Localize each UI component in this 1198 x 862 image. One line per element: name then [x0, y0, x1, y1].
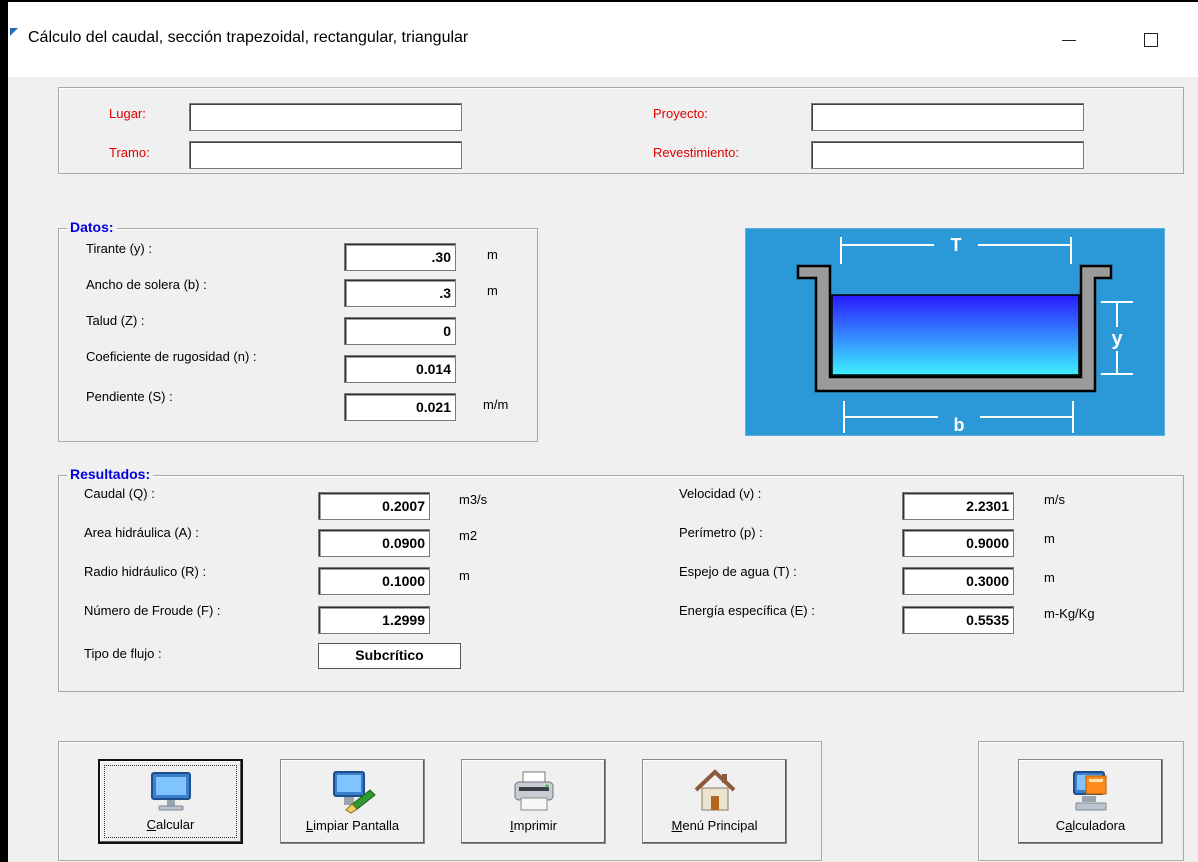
pendiente-unit: m/m [483, 397, 509, 412]
rectangular-channel-illustration: T y b [796, 235, 1133, 435]
area-label: Area hidráulica (A) : [84, 525, 199, 540]
tramo-label: Tramo: [109, 145, 150, 160]
velocidad-label: Velocidad (v) : [679, 486, 762, 501]
menu-principal-button[interactable]: Menú Principal [642, 759, 787, 844]
calculadora-caption: Calculadora [1055, 818, 1126, 833]
ancho-solera-input[interactable]: .3 [344, 279, 456, 307]
minimize-button[interactable] [1046, 20, 1092, 60]
perimetro-unit: m [1044, 531, 1055, 546]
ancho-solera-unit: m [487, 283, 498, 298]
froude-label: Número de Froude (F) : [84, 603, 221, 618]
caudal-unit: m3/s [459, 492, 488, 507]
diagram-top-width-label: T [951, 235, 962, 255]
datos-group: Datos: Tirante (y) : .30 m Ancho de sole… [58, 219, 538, 442]
radio-label: Radio hidráulico (R) : [84, 564, 207, 579]
imprimir-button[interactable]: Imprimir [461, 759, 606, 844]
house-icon [692, 768, 738, 814]
app-window: Cálculo del caudal, sección trapezoidal,… [8, 2, 1198, 862]
rugosidad-label: Coeficiente de rugosidad (n) : [86, 349, 257, 364]
tipo-flujo-label: Tipo de flujo : [84, 646, 162, 661]
app-icon [10, 28, 18, 36]
monitor-icon [148, 769, 194, 815]
title-bar[interactable]: Cálculo del caudal, sección trapezoidal,… [8, 2, 1198, 77]
imprimir-caption: Imprimir [510, 818, 557, 833]
menu-principal-caption: Menú Principal [671, 818, 758, 833]
espejo-label: Espejo de agua (T) : [679, 564, 797, 579]
energia-unit: m-Kg/Kg [1044, 606, 1095, 621]
espejo-unit: m [1044, 570, 1055, 585]
tipo-flujo-value[interactable]: Subcrítico [318, 643, 461, 669]
revestimiento-input[interactable] [811, 141, 1084, 169]
perimetro-value[interactable]: 0.9000 [902, 529, 1014, 557]
froude-value[interactable]: 1.2999 [318, 606, 430, 634]
resultados-title: Resultados: [67, 466, 154, 482]
maximize-button[interactable] [1128, 20, 1174, 60]
proyecto-input[interactable] [811, 103, 1084, 131]
calcular-caption: Calcular [146, 817, 195, 832]
proyecto-label: Proyecto: [653, 106, 708, 121]
lugar-label: Lugar: [109, 106, 146, 121]
window-title: Cálculo del caudal, sección trapezoidal,… [28, 29, 469, 46]
velocidad-unit: m/s [1044, 492, 1065, 507]
form-client-area: Lugar: Tramo: Proyecto: Revestimiento: D… [8, 77, 1198, 862]
talud-input[interactable]: 0 [344, 317, 456, 345]
espejo-value[interactable]: 0.3000 [902, 567, 1014, 595]
energia-label: Energía específica (E) : [679, 603, 815, 618]
limpiar-pantalla-caption: Limpiar Pantalla [305, 818, 400, 833]
area-value[interactable]: 0.0900 [318, 529, 430, 557]
tramo-input[interactable] [189, 141, 462, 169]
calculator-icon [1068, 768, 1114, 814]
tirante-input[interactable]: .30 [344, 243, 456, 271]
radio-value[interactable]: 0.1000 [318, 567, 430, 595]
tirante-unit: m [487, 247, 498, 262]
revestimiento-label: Revestimiento: [653, 145, 739, 160]
eraser-monitor-icon [330, 768, 376, 814]
maximize-icon [1144, 33, 1158, 47]
rugosidad-input[interactable]: 0.014 [344, 355, 456, 383]
resultados-group: Resultados: Caudal (Q) : 0.2007 m3/s Are… [58, 466, 1184, 692]
limpiar-pantalla-button[interactable]: Limpiar Pantalla [280, 759, 425, 844]
velocidad-value[interactable]: 2.2301 [902, 492, 1014, 520]
area-unit: m2 [459, 528, 478, 543]
calculadora-button[interactable]: Calculadora [1018, 759, 1163, 844]
lugar-input[interactable] [189, 103, 462, 131]
caudal-value[interactable]: 0.2007 [318, 492, 430, 520]
diagram-bottom-width-label: b [954, 415, 965, 435]
caudal-label: Caudal (Q) : [84, 486, 155, 501]
project-info-group: Lugar: Tramo: Proyecto: Revestimiento: [58, 87, 1184, 174]
pendiente-input[interactable]: 0.021 [344, 393, 456, 421]
pendiente-label: Pendiente (S) : [86, 389, 173, 404]
calcular-button[interactable]: Calcular [98, 759, 243, 844]
radio-unit: m [459, 568, 470, 583]
ancho-solera-label: Ancho de solera (b) : [86, 277, 207, 292]
energia-value[interactable]: 0.5535 [902, 606, 1014, 634]
diagram-depth-label: y [1111, 328, 1123, 350]
channel-section-diagram: T y b [745, 228, 1165, 436]
printer-icon [511, 768, 557, 814]
talud-label: Talud (Z) : [86, 313, 145, 328]
minimize-icon [1062, 39, 1076, 41]
datos-title: Datos: [67, 219, 117, 235]
perimetro-label: Perímetro (p) : [679, 525, 763, 540]
tirante-label: Tirante (y) : [86, 241, 152, 256]
